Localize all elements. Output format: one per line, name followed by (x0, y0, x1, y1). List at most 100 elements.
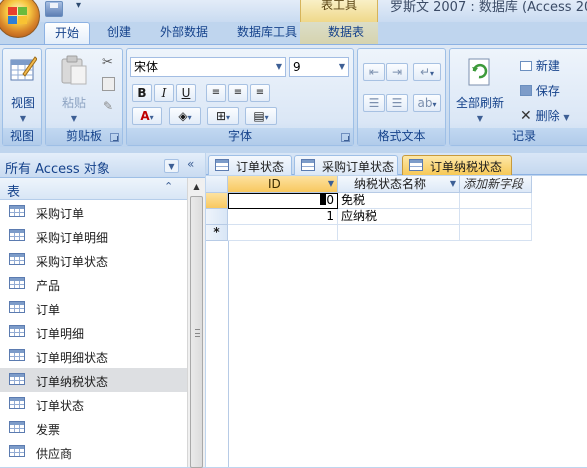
new-record-icon (520, 61, 532, 71)
italic-icon[interactable]: I (154, 84, 174, 102)
font-name-dropdown-icon[interactable]: ▼ (273, 58, 285, 76)
clipboard-launcher-icon[interactable] (110, 133, 119, 142)
tab-create[interactable]: 创建 (96, 22, 142, 44)
new-record-cell[interactable] (228, 225, 338, 241)
table-cell-tax-status-name[interactable]: 免税 (338, 193, 460, 209)
paste-dropdown-icon[interactable]: ▼ (71, 114, 77, 123)
nav-table-item[interactable]: 发票 (0, 416, 187, 440)
views-group: 视图 ▼ 视图 (2, 48, 42, 146)
scroll-up-icon[interactable]: ▲ (188, 178, 205, 195)
increase-indent-icon[interactable]: ⇥ (386, 63, 408, 81)
nav-table-item-label: 订单明细状态 (36, 351, 109, 365)
table-cell-empty[interactable] (460, 209, 532, 225)
font-name-combo[interactable]: 宋体 ▼ (130, 57, 286, 77)
tab-datasheet[interactable]: 数据表 (318, 22, 374, 44)
document-tab[interactable]: 采购订单状态 (294, 155, 398, 175)
nav-group-collapse-icon[interactable]: ⌃ (164, 180, 173, 193)
column-header-tax-status-name[interactable]: 纳税状态名称 ▼ (338, 176, 460, 193)
new-record-marker[interactable]: * (206, 225, 228, 241)
align-center-icon[interactable]: ≡ (228, 84, 248, 102)
record-selector-current[interactable] (206, 193, 228, 209)
table-cell-tax-status-name[interactable]: 应纳税 (338, 209, 460, 225)
table-cell-id[interactable]: 0 (228, 193, 338, 209)
record-selector[interactable] (206, 209, 228, 225)
column-header-id[interactable]: ID ▼ (228, 176, 338, 193)
nav-pane-scrollbar[interactable]: ▲ (187, 178, 205, 468)
quick-access-customize-icon[interactable]: ▾ (76, 0, 81, 11)
records-group-label: 记录 (450, 128, 587, 145)
highlight-icon[interactable]: ab▾ (413, 94, 441, 112)
delete-dropdown-icon[interactable]: ▼ (563, 113, 569, 122)
copy-icon[interactable] (102, 77, 115, 91)
cut-icon[interactable]: ✂ (102, 55, 113, 70)
nav-pane-header[interactable]: 所有 Access 对象 ▼ « (0, 153, 205, 178)
fill-color-icon[interactable]: ◈▾ (169, 107, 201, 125)
nav-pane-dropdown-icon[interactable]: ▼ (164, 159, 179, 173)
delete-record-button[interactable]: ✕ 删除 ▼ (520, 107, 570, 124)
nav-table-item[interactable]: 采购订单状态 (0, 248, 187, 272)
format-painter-icon[interactable]: ✎ (103, 99, 113, 113)
nav-table-item[interactable]: 订单状态 (0, 392, 187, 416)
table-cell-empty[interactable] (460, 193, 532, 209)
view-dropdown-icon[interactable]: ▼ (20, 114, 26, 123)
bullets-icon[interactable]: ☰ (386, 94, 408, 112)
nav-group-label: 表 (7, 185, 21, 200)
alternate-fill-icon[interactable]: ▤▾ (245, 107, 277, 125)
new-record-cell[interactable] (338, 225, 460, 241)
nav-pane-title: 所有 Access 对象 (5, 162, 110, 177)
nav-table-item[interactable]: 产品 (0, 272, 187, 296)
view-button[interactable]: 视图 (3, 94, 43, 111)
table-icon (9, 421, 25, 433)
nav-table-item-label: 供应商 (36, 447, 73, 461)
font-color-icon[interactable]: A▾ (132, 107, 162, 125)
nav-table-item-label: 采购订单明细 (36, 231, 109, 245)
font-size-dropdown-icon[interactable]: ▼ (336, 58, 348, 76)
nav-table-item[interactable]: 供应商 (0, 440, 187, 464)
refresh-all-button[interactable]: 全部刷新 (452, 94, 508, 111)
nav-table-item[interactable]: 订单明细 (0, 320, 187, 344)
gridlines-icon[interactable]: ⊞▾ (207, 107, 239, 125)
nav-table-item[interactable]: 订单纳税状态 (0, 368, 187, 392)
nav-table-item[interactable]: 订单 (0, 296, 187, 320)
records-group: 全部刷新 ▼ 新建 保存 ✕ 删除 ▼ 记录 (449, 48, 587, 146)
nav-group-tables[interactable]: 表 ⌃ (0, 178, 187, 200)
nav-pane-collapse-icon[interactable]: « (187, 157, 194, 171)
tab-external-data[interactable]: 外部数据 (152, 22, 216, 44)
nav-table-item[interactable]: 采购订单 (0, 200, 187, 224)
nav-table-item[interactable]: 采购订单明细 (0, 224, 187, 248)
underline-icon[interactable]: U (176, 84, 196, 102)
align-right-icon[interactable]: ≡ (250, 84, 270, 102)
tab-home[interactable]: 开始 (44, 22, 90, 44)
view-icon (10, 56, 37, 81)
nav-table-item[interactable]: 订单明细状态 (0, 344, 187, 368)
quick-access-save-icon[interactable] (45, 1, 63, 17)
column-header-add-new-field[interactable]: 添加新字段 (460, 176, 532, 193)
paste-button[interactable]: 粘贴 (56, 94, 92, 111)
scrollbar-thumb[interactable] (190, 196, 203, 468)
font-launcher-icon[interactable] (341, 133, 350, 142)
document-tab[interactable]: 订单状态 (208, 155, 292, 175)
table-icon (9, 349, 25, 361)
font-size-value: 9 (293, 60, 301, 74)
font-size-combo[interactable]: 9 ▼ (289, 57, 349, 77)
align-left-icon[interactable]: ≡ (206, 84, 226, 102)
text-direction-icon[interactable]: ↵▾ (413, 63, 441, 81)
table-cell-id[interactable]: 1 (228, 209, 338, 225)
decrease-indent-icon[interactable]: ⇤ (363, 63, 385, 81)
select-all-corner[interactable] (206, 176, 228, 193)
numbering-icon[interactable]: ☰ (363, 94, 385, 112)
column-tax-status-sort-icon[interactable]: ▼ (450, 176, 456, 192)
column-id-sort-icon[interactable]: ▼ (328, 176, 334, 192)
nav-table-item-label: 订单明细 (36, 327, 85, 341)
save-record-button[interactable]: 保存 (520, 82, 560, 99)
new-record-button[interactable]: 新建 (520, 57, 560, 74)
nav-table-item-label: 发票 (36, 423, 61, 437)
refresh-dropdown-icon[interactable]: ▼ (477, 114, 483, 123)
tab-database-tools[interactable]: 数据库工具 (228, 22, 306, 44)
document-tab[interactable]: 订单纳税状态 (402, 155, 512, 175)
bold-icon[interactable]: B (132, 84, 152, 102)
row-selector-edge (228, 241, 229, 467)
document-tab-bar: 订单状态 采购订单状态 订单纳税状态 (206, 153, 587, 175)
nav-table-list: 采购订单采购订单明细采购订单状态 产品 订单订单明细订单明细状态订单纳税状态 订单状态… (0, 200, 187, 464)
new-record-cell[interactable] (460, 225, 532, 241)
